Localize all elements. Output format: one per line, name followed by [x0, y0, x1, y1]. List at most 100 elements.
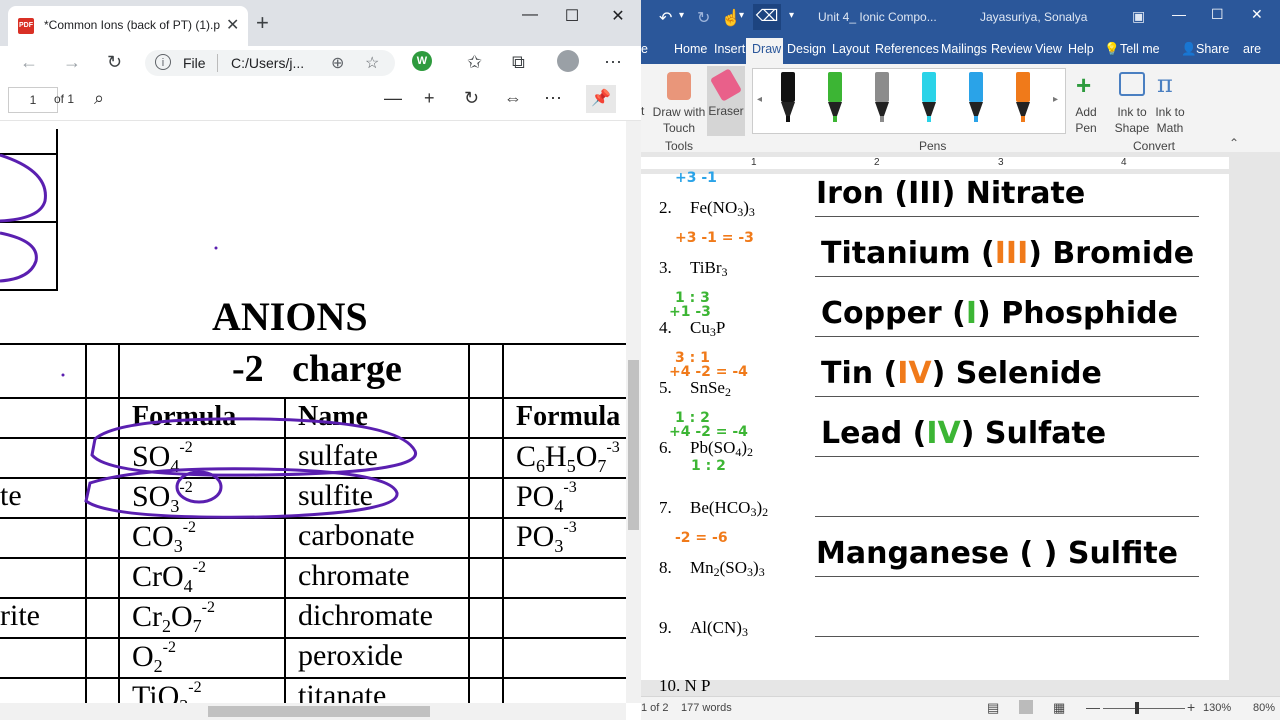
- pens-scroll-left-icon[interactable]: ◂: [757, 94, 762, 105]
- tab-draw[interactable]: Draw: [752, 42, 781, 56]
- more-menu-icon[interactable]: ⋯: [604, 52, 622, 73]
- read-mode-icon[interactable]: ▤: [987, 700, 999, 716]
- vertical-scroll-thumb[interactable]: [628, 360, 639, 530]
- pdf-toolbar: 1 of 1 ⌕ — + ↻ ⇔ ⋯ 📌: [0, 80, 641, 121]
- close-tab-icon[interactable]: ✕: [226, 15, 239, 35]
- rotate-icon[interactable]: ↻: [464, 88, 479, 109]
- tab-review[interactable]: Review: [991, 42, 1032, 56]
- back-icon[interactable]: ←: [20, 52, 38, 73]
- pens-scroll-right-icon[interactable]: ▸: [1053, 94, 1058, 105]
- horizontal-scroll-thumb[interactable]: [208, 706, 430, 717]
- add-pen-button[interactable]: Add Pen: [1071, 104, 1101, 136]
- favorite-star-icon[interactable]: ☆: [365, 53, 379, 73]
- zoom-icon[interactable]: ⊕: [331, 53, 344, 73]
- convert-group-label: Convert: [1133, 139, 1176, 153]
- redo-icon[interactable]: ↻: [697, 8, 710, 28]
- tab-references[interactable]: References: [875, 42, 939, 56]
- forward-icon[interactable]: →: [63, 52, 81, 73]
- tell-me-search[interactable]: Tell me: [1120, 42, 1160, 56]
- formula-subscript: 3: [758, 565, 765, 579]
- touch-mode-icon[interactable]: ☝: [721, 8, 741, 28]
- web-layout-icon[interactable]: ▦: [1053, 700, 1065, 716]
- eraser-quick-icon[interactable]: ⌫: [753, 4, 781, 30]
- draw-with-touch-icon[interactable]: [667, 72, 691, 100]
- info-icon[interactable]: i: [155, 54, 171, 70]
- draw-with-touch-button[interactable]: Draw with Touch: [649, 104, 709, 136]
- tab-view[interactable]: View: [1035, 42, 1062, 56]
- search-icon[interactable]: ⌕: [94, 88, 104, 109]
- refresh-icon[interactable]: ↻: [107, 52, 122, 73]
- question-number-partial: 10. N P: [659, 676, 711, 695]
- user-name[interactable]: Jayasuriya, Sonalya: [980, 10, 1087, 24]
- ink-to-math-icon[interactable]: π: [1157, 70, 1173, 98]
- vertical-scrollbar[interactable]: [1229, 152, 1239, 680]
- word-count[interactable]: 177 words: [681, 702, 732, 714]
- favorites-icon[interactable]: ✩: [467, 52, 482, 73]
- minimize-icon[interactable]: —: [515, 6, 545, 24]
- zoom-level[interactable]: 130%: [1203, 702, 1231, 714]
- zoom-out-icon[interactable]: —: [1086, 699, 1100, 715]
- collapse-ribbon-icon[interactable]: ⌃: [1229, 136, 1239, 150]
- draw-ribbon: t Draw with Touch Eraser Tools ◂ ▸ Pens …: [641, 64, 1280, 153]
- profile-avatar[interactable]: [557, 50, 579, 72]
- pen-3[interactable]: [873, 72, 891, 124]
- touch-dropdown-icon[interactable]: ▾: [739, 10, 744, 21]
- answer-line: [815, 396, 1199, 397]
- eraser-button[interactable]: Eraser: [708, 104, 744, 118]
- answer-line: [815, 576, 1199, 577]
- pdf-viewer-window: PDF *Common Ions (back of PT) (1).p ✕ + …: [0, 0, 641, 720]
- minimize-icon[interactable]: —: [1172, 6, 1186, 22]
- tab-layout[interactable]: Layout: [832, 42, 870, 56]
- tab-mailings[interactable]: Mailings: [941, 42, 987, 56]
- share-user-icon: 👤: [1181, 42, 1197, 56]
- pen-4[interactable]: [920, 72, 938, 124]
- browser-tab[interactable]: PDF *Common Ions (back of PT) (1).p ✕: [8, 6, 248, 46]
- zoom-slider-thumb[interactable]: [1135, 702, 1139, 714]
- document-page[interactable]: 2. Fe(NO3)3 Iron (III) Nitrate +3 -1 3. TiBr3…: [641, 170, 1229, 695]
- page-number-input[interactable]: 1: [8, 87, 58, 113]
- share-partial[interactable]: are: [1243, 42, 1261, 56]
- more-tools-icon[interactable]: ⋯: [544, 88, 562, 109]
- close-window-icon[interactable]: ✕: [1251, 6, 1263, 23]
- maximize-icon[interactable]: ☐: [1211, 6, 1224, 23]
- formula-text: P: [715, 318, 726, 337]
- fit-page-icon[interactable]: ⇔: [504, 88, 522, 109]
- new-tab-icon[interactable]: +: [256, 10, 269, 36]
- ribbon-display-icon[interactable]: ▣: [1132, 8, 1145, 25]
- question-number: 7.: [659, 498, 672, 517]
- customize-qat-icon[interactable]: ▾: [789, 10, 794, 21]
- question-number: 5.: [659, 378, 672, 397]
- maximize-icon[interactable]: ☐: [557, 6, 587, 26]
- add-pen-icon[interactable]: +: [1076, 70, 1091, 101]
- collections-icon[interactable]: ⧉: [512, 52, 525, 73]
- tab-file-partial[interactable]: e: [641, 42, 648, 56]
- close-window-icon[interactable]: ✕: [603, 6, 633, 26]
- address-url[interactable]: C:/Users/j...: [231, 55, 304, 71]
- undo-icon[interactable]: ↶: [659, 8, 672, 28]
- zoom-in-icon[interactable]: +: [1187, 699, 1195, 715]
- share-button[interactable]: Share: [1196, 42, 1229, 56]
- zoom-slider[interactable]: [1103, 708, 1185, 709]
- pin-toolbar-icon[interactable]: 📌: [586, 85, 616, 113]
- formula-text: Al(CN): [690, 618, 742, 637]
- ink-to-math-button[interactable]: Ink to Math: [1153, 104, 1187, 136]
- print-layout-icon[interactable]: [1019, 700, 1033, 714]
- pen-6[interactable]: [1014, 72, 1032, 124]
- zoom-in-icon[interactable]: +: [424, 88, 435, 109]
- pen-1[interactable]: [779, 72, 797, 124]
- pen-2[interactable]: [826, 72, 844, 124]
- ink-charge-note: +4 -2 = -4: [669, 424, 748, 440]
- tab-insert[interactable]: Insert: [714, 42, 745, 56]
- tab-help[interactable]: Help: [1068, 42, 1094, 56]
- tab-design[interactable]: Design: [787, 42, 826, 56]
- undo-dropdown-icon[interactable]: ▾: [679, 10, 684, 21]
- ink-to-shape-icon[interactable]: [1119, 72, 1145, 96]
- zoom-out-icon[interactable]: —: [384, 88, 402, 109]
- ink-to-shape-button[interactable]: Ink to Shape: [1113, 104, 1151, 136]
- extension-icon[interactable]: W: [412, 51, 432, 71]
- tab-home[interactable]: Home: [674, 42, 707, 56]
- answer-text: Lead (: [821, 416, 927, 451]
- pen-5[interactable]: [967, 72, 985, 124]
- page-count[interactable]: 1 of 2: [641, 702, 669, 714]
- address-bar[interactable]: i File C:/Users/j... ⊕ ☆: [145, 50, 395, 76]
